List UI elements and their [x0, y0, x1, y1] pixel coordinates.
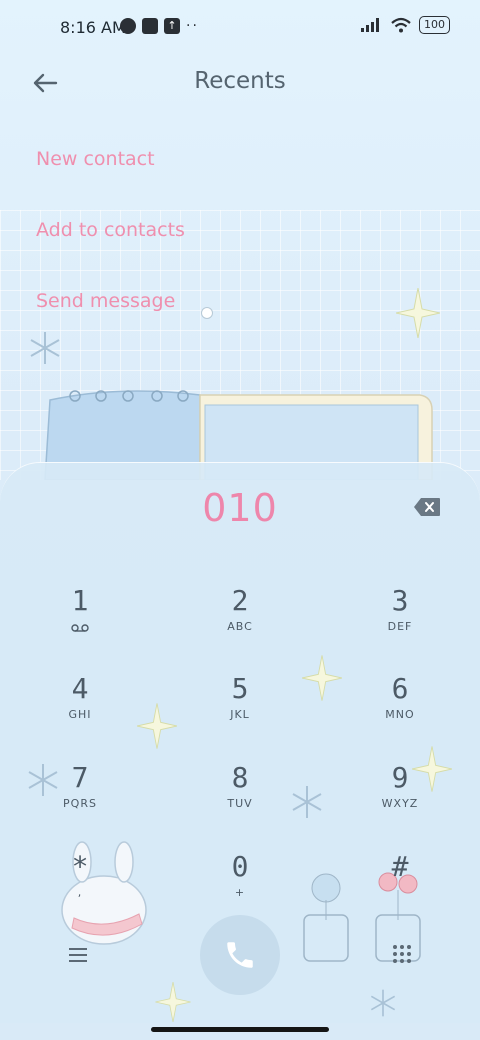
key-digit: 8 — [231, 761, 249, 794]
key-letters: + — [234, 886, 246, 899]
menu-icon[interactable] — [68, 947, 88, 963]
call-button[interactable] — [200, 915, 280, 995]
new-contact-option[interactable]: New contact — [36, 148, 155, 170]
phone-icon — [227, 942, 253, 968]
sparkle-icon — [137, 703, 177, 749]
battery-icon: 100 — [419, 16, 450, 34]
key-star[interactable]: * , — [20, 850, 140, 920]
snowflake-icon — [30, 332, 60, 364]
home-indicator[interactable] — [151, 1027, 329, 1032]
key-digit: 0 — [231, 850, 249, 883]
wifi-icon — [391, 17, 411, 33]
bubble-icon — [201, 307, 213, 319]
key-4[interactable]: 4 GHI — [20, 672, 140, 742]
key-letters: ABC — [227, 620, 253, 633]
upload-icon: ↑ — [164, 18, 180, 34]
key-letters: TUV — [227, 797, 253, 810]
key-letters: MNO — [385, 708, 415, 721]
key-hash[interactable]: # — [340, 850, 460, 920]
key-digit: 6 — [391, 672, 409, 705]
dialpad-icon[interactable] — [392, 944, 412, 964]
key-6[interactable]: 6 MNO — [340, 672, 460, 742]
voicemail-icon — [71, 624, 89, 632]
key-digit: 9 — [391, 761, 409, 794]
key-digit: 5 — [231, 672, 249, 705]
key-digit: 7 — [71, 761, 89, 794]
key-letters: DEF — [387, 620, 413, 633]
snowflake-icon — [370, 989, 396, 1017]
send-message-option[interactable]: Send message — [36, 290, 175, 312]
dialed-number: 010 — [202, 486, 278, 530]
sparkle-icon — [155, 982, 191, 1022]
key-digit: * — [71, 850, 89, 883]
status-left-icons: ↑ ·· — [120, 18, 199, 34]
page-title: Recents — [194, 68, 286, 94]
key-2[interactable]: 2 ABC — [180, 584, 300, 654]
key-digit: 4 — [71, 672, 89, 705]
key-digit: 3 — [391, 584, 409, 617]
key-digit: 2 — [231, 584, 249, 617]
key-8[interactable]: 8 TUV — [180, 761, 300, 831]
key-letters: WXYZ — [381, 797, 419, 810]
key-digit: # — [391, 850, 409, 883]
key-7[interactable]: 7 PQRS — [20, 761, 140, 831]
key-letters: , — [77, 886, 83, 899]
key-letters: GHI — [68, 708, 92, 721]
sparkle-icon — [396, 288, 440, 338]
data-saver-icon — [120, 18, 136, 34]
more-dots-icon: ·· — [186, 18, 199, 34]
status-right-icons: 100 — [361, 16, 450, 34]
key-digit: 1 — [71, 584, 89, 617]
key-0[interactable]: 0 + — [180, 850, 300, 920]
status-time: 8:16 AM — [60, 18, 126, 37]
key-9[interactable]: 9 WXYZ — [340, 761, 460, 831]
key-3[interactable]: 3 DEF — [340, 584, 460, 654]
backspace-button[interactable] — [413, 497, 441, 517]
sparkle-icon — [302, 655, 342, 701]
key-5[interactable]: 5 JKL — [180, 672, 300, 742]
app-header: Recents — [0, 60, 480, 104]
signal-icon — [361, 18, 379, 32]
add-to-contacts-option[interactable]: Add to contacts — [36, 219, 185, 241]
key-letters: JKL — [230, 708, 250, 721]
notification-icon — [142, 18, 158, 34]
key-letters: PQRS — [63, 797, 97, 810]
status-bar: 8:16 AM ↑ ·· 100 — [0, 0, 480, 56]
key-1[interactable]: 1 — [20, 584, 140, 654]
